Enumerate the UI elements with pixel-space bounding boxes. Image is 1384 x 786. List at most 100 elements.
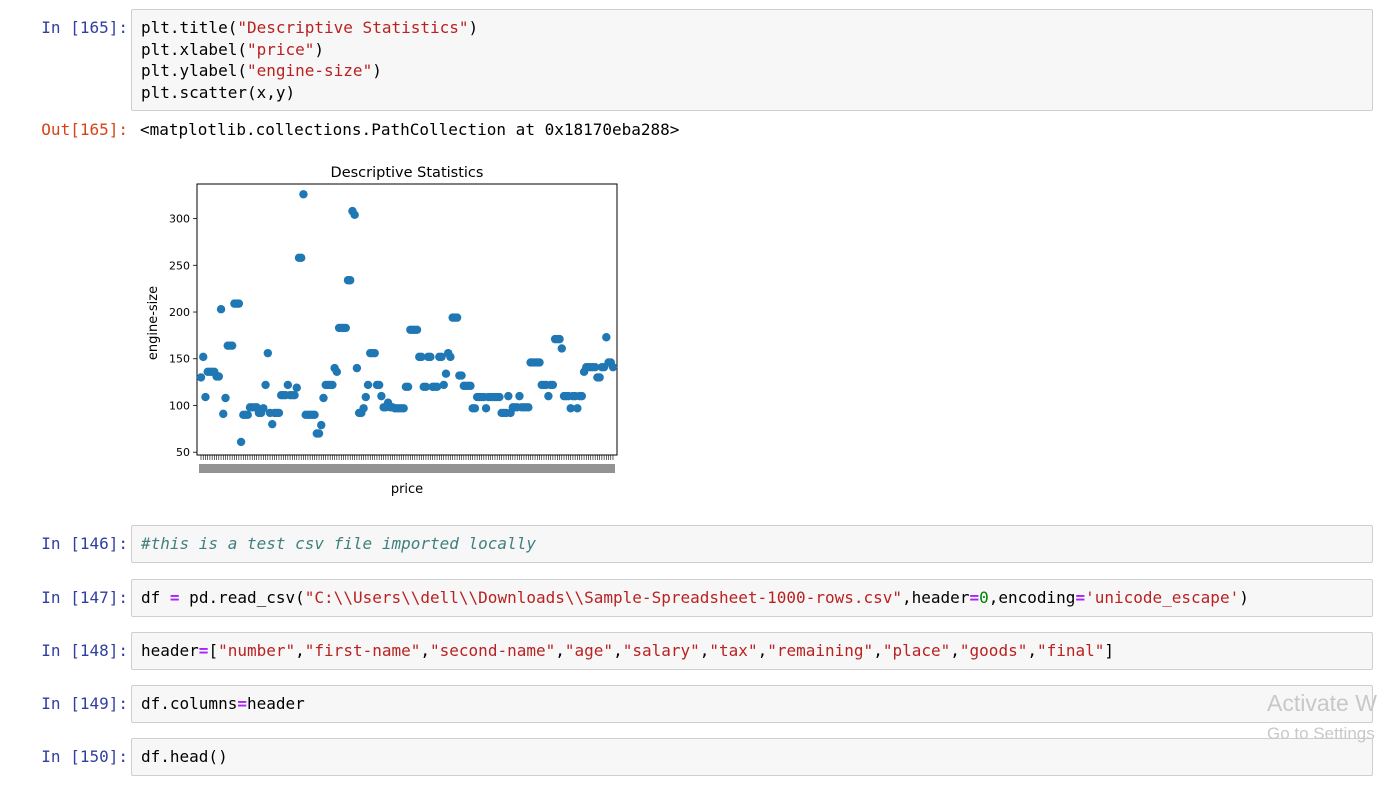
code-line-title: plt.title("Descriptive Statistics") [141,18,479,37]
cell-146-input-prompt: In [146]: [41,534,128,553]
scatter-point [466,381,475,391]
scatter-point [299,190,308,199]
cell-150-input-prompt: In [150]: [41,747,128,766]
x-tick-labels-overlapping [199,464,615,473]
scatter-point [457,371,466,380]
scatter-point [495,392,504,402]
cell-165-output-prompt: Out[165]: [41,120,128,139]
scatter-point [236,437,246,447]
code-line-head: df.head() [141,747,228,766]
scatter-point [548,380,558,390]
cell-148-code-editor[interactable]: header=["number","first-name","second-na… [131,632,1373,670]
scatter-point [370,348,379,358]
scatter-point [319,393,328,403]
scatter-point [350,210,359,220]
scatter-point [426,352,435,362]
scatter-points [196,190,618,447]
scatter-point [317,420,326,430]
scatter-point [214,372,224,381]
scatter-point [573,404,582,413]
y-tick-label: 100 [169,399,190,412]
scatter-point [595,373,604,382]
scatter-point [261,380,270,390]
scatter-point [332,367,342,377]
scatter-point [328,380,337,390]
scatter-chart: Descriptive Statistics 50 100 150 200 250 300… [146,165,618,497]
scatter-point [577,391,587,401]
cell-165-code-editor[interactable]: plt.title("Descriptive Statistics") plt.… [131,9,1373,111]
scatter-point [470,404,480,413]
scatter-point [310,410,319,420]
cell-147-code-editor[interactable]: df = pd.read_csv("C:\\Users\\dell\\Downl… [131,579,1373,617]
scatter-point [216,305,226,314]
scatter-point [263,348,273,358]
scatter-point [274,408,284,418]
cell-149-code-editor[interactable]: df.columns=header [131,685,1373,723]
scatter-point [608,362,618,372]
cell-147-input-prompt: In [147]: [41,588,128,607]
code-line-ylabel: plt.ylabel("engine-size") [141,61,382,80]
y-axis-label: engine-size [146,286,161,360]
scatter-point [602,333,611,342]
scatter-point [441,369,451,378]
scatter-point [292,383,301,392]
code-line-read-csv: df = pd.read_csv("C:\\Users\\dell\\Downl… [141,588,1249,607]
scatter-point [555,334,564,344]
y-tick-label: 300 [169,213,190,226]
scatter-point [535,358,544,367]
x-axis-label: price [391,482,423,497]
scatter-point [268,419,277,429]
scatter-point [199,352,208,362]
scatter-point [504,391,513,401]
cell-150-code-editor[interactable]: df.head() [131,738,1373,776]
cell-146-code-editor[interactable]: #this is a test csv file imported locall… [131,525,1373,563]
scatter-point [412,325,422,334]
scatter-point [377,391,386,401]
activation-watermark-title: Activate W [1267,690,1377,716]
scatter-point [234,299,244,308]
scatter-point [481,404,491,413]
scatter-point [544,391,553,401]
code-line-comment: #this is a test csv file imported locall… [141,534,536,553]
y-tick-label: 200 [169,306,190,319]
scatter-point [221,393,230,403]
code-line-header-list: header=["number","first-name","second-na… [141,641,1115,660]
scatter-point [297,253,306,263]
activation-watermark-subtitle: Go to Settings [1267,724,1375,743]
scatter-point [314,429,324,438]
code-line-xlabel: plt.xlabel("price") [141,39,325,59]
scatter-point [515,391,524,401]
scatter-point [403,382,413,391]
scatter-point [346,276,355,285]
scatter-point [557,344,566,353]
y-tick-label: 250 [169,259,190,272]
scatter-point [352,363,362,373]
scatter-point [290,390,299,400]
y-tick-label: 50 [176,446,190,459]
cell-165-input-prompt: In [165]: [41,18,128,37]
scatter-point [361,392,370,402]
scatter-point [359,404,368,413]
cell-165-output-text: <matplotlib.collections.PathCollection a… [140,120,680,139]
scatter-point [283,380,293,390]
cell-148-input-prompt: In [148]: [41,641,128,660]
y-axis-ticks: 50 100 150 200 250 300 [169,213,197,459]
scatter-point [201,392,210,402]
cell-149-input-prompt: In [149]: [41,694,128,713]
code-line-scatter: plt.scatter(x,y) [141,82,296,102]
scatter-point [219,409,228,419]
scatter-point [196,373,206,382]
chart-title: Descriptive Statistics [331,165,484,181]
scatter-point [243,410,252,420]
code-line-columns: df.columns=header [141,694,305,713]
scatter-point [452,313,462,322]
scatter-point [399,404,408,413]
scatter-point [374,380,384,390]
scatter-point [446,352,455,362]
scatter-point [341,323,350,333]
y-tick-label: 150 [169,353,190,366]
scatter-point [227,341,237,350]
scatter-point [524,403,533,412]
scatter-point [363,380,373,390]
scatter-point [439,380,448,390]
